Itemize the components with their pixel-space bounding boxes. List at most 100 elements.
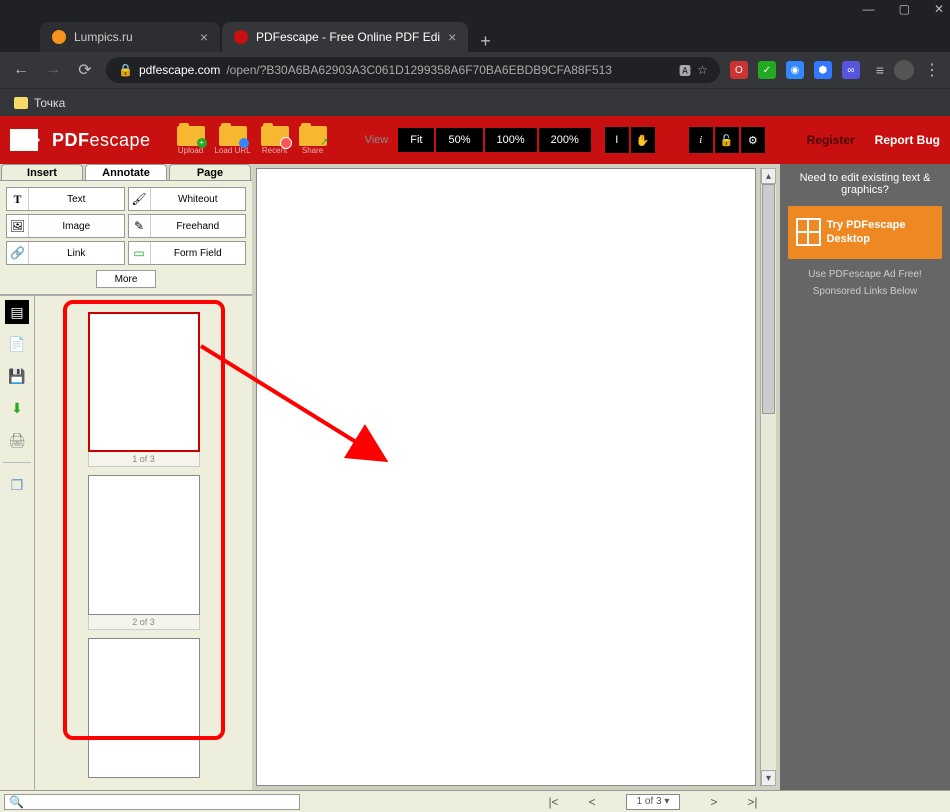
tool-image[interactable]: 🖼Image (6, 214, 125, 238)
save-icon[interactable]: 💾 (5, 364, 29, 388)
lock-icon: 🔒 (118, 63, 133, 77)
tab-insert[interactable]: Insert (1, 164, 83, 180)
url-host: pdfescape.com (139, 63, 220, 77)
new-tab-button[interactable]: + (470, 31, 501, 52)
text-cursor-button[interactable]: I (605, 127, 629, 153)
back-button[interactable]: ← (10, 61, 32, 79)
vertical-scrollbar[interactable]: ▴ ▾ (760, 168, 776, 786)
left-column: Insert Annotate Page TText 🖌Whiteout 🖼Im… (0, 164, 252, 790)
logo-icon (10, 129, 38, 151)
reading-list-icon[interactable]: ≡ (876, 62, 884, 78)
upload-button[interactable]: +Upload (177, 126, 205, 155)
register-link[interactable]: Register (807, 133, 855, 147)
tool-freehand[interactable]: ✎Freehand (128, 214, 247, 238)
scroll-up-icon[interactable]: ▴ (761, 168, 776, 184)
search-input[interactable]: 🔍 (4, 794, 300, 810)
app-body: Insert Annotate Page TText 🖌Whiteout 🖼Im… (0, 164, 950, 790)
first-page-button[interactable]: |< (548, 795, 558, 809)
copy-icon[interactable]: ❐ (5, 473, 29, 497)
more-button[interactable]: More (96, 270, 156, 288)
extension-icons: O ✓ ◉ ⬢ ∞ ≡ ⋮ (730, 60, 940, 80)
bookmark-item[interactable]: Точка (34, 96, 65, 110)
tool-text[interactable]: TText (6, 187, 125, 211)
info-button[interactable]: i (689, 127, 713, 153)
share-button[interactable]: ↗Share (299, 126, 327, 155)
thumbnail-page (88, 638, 200, 778)
view-label: View (357, 128, 397, 152)
tab-annotate[interactable]: Annotate (85, 164, 167, 180)
bookmark-folder-icon (14, 97, 28, 109)
print-icon[interactable]: 🖨 (5, 428, 29, 452)
scroll-thumb[interactable] (762, 184, 775, 414)
load-url-button[interactable]: Load URL (215, 126, 251, 155)
pdfescape-logo[interactable]: PDFescape (10, 129, 151, 151)
settings-button[interactable]: ⚙ (741, 127, 765, 153)
address-bar: ← → ⟳ 🔒 pdfescape.com /open/?B30A6BA6290… (0, 52, 950, 88)
reload-button[interactable]: ⟳ (74, 60, 96, 80)
tools-panel: TText 🖌Whiteout 🖼Image ✎Freehand 🔗Link ▭… (0, 181, 252, 294)
hand-tool-button[interactable]: ✋ (631, 127, 655, 153)
extension-icon[interactable]: ⬢ (814, 61, 832, 79)
tool-formfield[interactable]: ▭Form Field (128, 241, 247, 265)
scroll-down-icon[interactable]: ▾ (761, 770, 776, 786)
window-maximize-button[interactable]: ▢ (899, 2, 910, 16)
extension-icon[interactable]: ∞ (842, 61, 860, 79)
window-minimize-button[interactable]: — (863, 2, 875, 16)
tab-close-icon[interactable]: × (200, 29, 208, 45)
recent-button[interactable]: Recent (261, 126, 289, 155)
page-icon[interactable]: ▤ (5, 300, 29, 324)
form-icon: ▭ (129, 242, 151, 264)
tab-page[interactable]: Page (169, 164, 251, 180)
search-icon: 🔍 (9, 795, 24, 809)
document-canvas: ▴ ▾ (252, 164, 780, 790)
thumbnail-1[interactable]: 1 of 3 (88, 312, 200, 467)
image-icon: 🖼 (7, 215, 29, 237)
page-render[interactable] (256, 168, 756, 786)
text-icon: T (7, 188, 29, 210)
tab-title: PDFescape - Free Online PDF Edi (256, 30, 440, 44)
tool-tabs: Insert Annotate Page (0, 164, 252, 181)
lock-button[interactable]: 🔓 (715, 127, 739, 153)
zoom-50-button[interactable]: 50% (436, 128, 482, 152)
extension-icon[interactable]: O (730, 61, 748, 79)
profile-avatar-icon[interactable] (894, 60, 914, 80)
next-page-button[interactable]: > (710, 795, 717, 809)
page-select[interactable]: 1 of 3 ▾ (626, 794, 681, 810)
ad-sidebar: Need to edit existing text & graphics? T… (780, 164, 950, 790)
extension-icon[interactable]: ✓ (758, 61, 776, 79)
url-path: /open/?B30A6BA62903A3C061D1299358A6F70BA… (226, 63, 612, 77)
tab-favicon-icon (234, 30, 248, 44)
extension-icon[interactable]: ◉ (786, 61, 804, 79)
tool-whiteout[interactable]: 🖌Whiteout (128, 187, 247, 211)
link-icon: 🔗 (7, 242, 29, 264)
tab-favicon-icon (52, 30, 66, 44)
last-page-button[interactable]: >| (747, 795, 757, 809)
download-icon[interactable]: ⬇ (5, 396, 29, 420)
prev-page-button[interactable]: < (589, 795, 596, 809)
thumbnail-label: 2 of 3 (88, 615, 200, 630)
url-input[interactable]: 🔒 pdfescape.com /open/?B30A6BA62903A3C06… (106, 57, 720, 83)
thumbnail-2[interactable]: 2 of 3 (88, 475, 200, 630)
ad-footer-1[interactable]: Use PDFescape Ad Free! (788, 269, 942, 280)
edit-icon[interactable]: 📄 (5, 332, 29, 356)
tool-link[interactable]: 🔗Link (6, 241, 125, 265)
browser-tab-inactive[interactable]: Lumpics.ru × (40, 22, 220, 52)
browser-menu-button[interactable]: ⋮ (924, 60, 940, 80)
zoom-200-button[interactable]: 200% (539, 128, 591, 152)
status-bar: 🔍 |< < 1 of 3 ▾ > >| (0, 790, 950, 812)
browser-tab-active[interactable]: PDFescape - Free Online PDF Edi × (222, 22, 468, 52)
report-bug-link[interactable]: Report Bug (875, 133, 940, 147)
translate-icon[interactable]: 🅰 (679, 62, 691, 79)
cta-text: Try PDFescape Desktop (827, 218, 934, 247)
tab-close-icon[interactable]: × (448, 29, 456, 45)
zoom-controls: View Fit 50% 100% 200% I ✋ i 🔓 ⚙ (357, 127, 765, 153)
thumbnail-3[interactable] (88, 638, 200, 778)
zoom-100-button[interactable]: 100% (485, 128, 537, 152)
zoom-fit-button[interactable]: Fit (398, 128, 434, 152)
thumbnail-page (88, 475, 200, 615)
window-close-button[interactable]: ✕ (934, 2, 944, 16)
bookmark-star-icon[interactable]: ☆ (697, 63, 708, 77)
bookmarks-bar: Точка (0, 88, 950, 116)
desktop-cta[interactable]: Try PDFescape Desktop (788, 206, 942, 259)
divider (3, 462, 30, 463)
